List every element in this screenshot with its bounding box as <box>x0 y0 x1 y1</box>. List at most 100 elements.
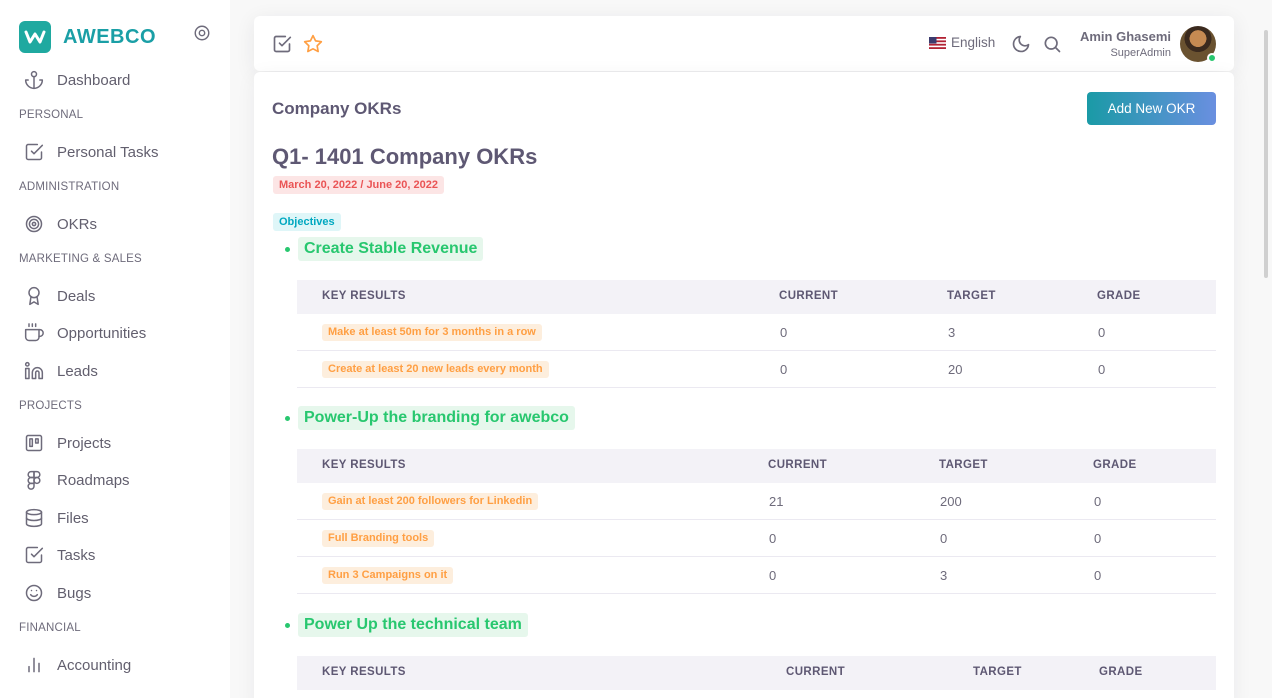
sidebar-item-label: Accounting <box>57 656 132 674</box>
sidebar-item-label: Bugs <box>57 584 92 602</box>
sidebar-item-label: Files <box>57 509 89 527</box>
linkedin-icon <box>24 361 44 380</box>
key-result-name[interactable]: Full Branding tools <box>322 530 435 547</box>
sidebar-item-dashboard[interactable]: Dashboard <box>24 67 130 93</box>
key-result-target: 200 <box>940 494 962 509</box>
key-results-table: KEY RESULTS CURRENT TARGET GRADE Gain at lea… <box>297 449 1216 594</box>
date-range-badge: March 20, 2022 / June 20, 2022 <box>273 176 444 194</box>
sidebar-item-personal-tasks[interactable]: Personal Tasks <box>24 139 158 165</box>
collapse-toggle-icon[interactable] <box>193 24 211 42</box>
key-result-name[interactable]: Create at least 20 new leads every month <box>322 361 549 378</box>
table-row[interactable]: Make at least 50m for 3 months in a row 0… <box>297 314 1216 351</box>
sidebar-section-header: FINANCIAL <box>19 622 81 634</box>
key-result-grade: 0 <box>1098 325 1106 340</box>
sidebar-item-label: Dashboard <box>57 71 131 89</box>
key-result-current: 21 <box>769 494 784 509</box>
sidebar-item-label: Roadmaps <box>57 471 130 489</box>
key-result-grade: 0 <box>1094 568 1102 583</box>
sidebar-item-bugs[interactable]: Bugs <box>24 580 91 606</box>
online-status-dot <box>1207 53 1217 63</box>
sidebar-item-okrs[interactable]: OKRs <box>24 211 97 237</box>
key-result-current: 0 <box>769 568 777 583</box>
sidebar-item-accounting[interactable]: Accounting <box>24 652 131 678</box>
okr-title: Q1- 1401 Company OKRs <box>272 144 538 169</box>
objective-title[interactable]: Create Stable Revenue <box>285 237 484 261</box>
anchor-icon <box>24 70 44 90</box>
moon-icon[interactable] <box>1011 34 1031 54</box>
key-result-current: 0 <box>780 362 788 377</box>
sidebar-item-roadmaps[interactable]: Roadmaps <box>24 467 130 493</box>
page-title: Company OKRs <box>272 99 402 118</box>
column-header-target[interactable]: TARGET <box>939 459 988 471</box>
column-header-key-results[interactable]: KEY RESULTS <box>322 666 406 678</box>
column-header-grade[interactable]: GRADE <box>1093 459 1137 471</box>
key-result-target: 3 <box>940 568 948 583</box>
key-result-name[interactable]: Run 3 Campaigns on it <box>322 567 454 584</box>
us-flag-icon <box>929 36 946 49</box>
sidebar-item-label: Deals <box>57 287 96 305</box>
sidebar-item-tasks[interactable]: Tasks <box>24 542 95 568</box>
sidebar-item-label: Personal Tasks <box>57 143 159 161</box>
key-result-grade: 0 <box>1094 494 1102 509</box>
search-icon[interactable] <box>1042 34 1062 54</box>
sidebar-item-leads[interactable]: Leads <box>24 358 98 384</box>
key-result-target: 0 <box>940 531 948 546</box>
star-icon[interactable] <box>303 34 323 54</box>
column-header-current[interactable]: CURRENT <box>779 290 838 302</box>
table-header: KEY RESULTS CURRENT TARGET GRADE <box>297 656 1216 690</box>
sidebar-section-header: MARKETING & SALES <box>19 253 142 265</box>
sidebar-item-label: Leads <box>57 362 98 380</box>
sidebar-item-label: Projects <box>57 434 112 452</box>
key-result-name[interactable]: Make at least 50m for 3 months in a row <box>322 324 542 341</box>
column-header-current[interactable]: CURRENT <box>786 666 845 678</box>
key-result-grade: 0 <box>1094 531 1102 546</box>
avatar[interactable] <box>1180 26 1217 63</box>
sidebar-item-opportunities[interactable]: Opportunities <box>24 320 146 346</box>
objective-label: Create Stable Revenue <box>298 237 484 261</box>
column-header-target[interactable]: TARGET <box>947 290 996 302</box>
scrollbar-thumb[interactable] <box>1264 30 1268 278</box>
table-row[interactable]: Gain at least 200 followers for Linkedin… <box>297 483 1216 520</box>
award-icon <box>28 286 40 306</box>
sidebar-section-header: PERSONAL <box>19 109 84 121</box>
column-header-grade[interactable]: GRADE <box>1097 290 1141 302</box>
check-square-icon <box>25 546 44 564</box>
sidebar: AWEBCO Dashboard PERSONAL Personal Tasks AD… <box>0 0 230 698</box>
add-new-okr-button[interactable]: Add New OKR <box>1087 92 1216 125</box>
key-results-table: KEY RESULTS CURRENT TARGET GRADE Make at lea… <box>297 280 1216 388</box>
objective-title[interactable]: Power-Up the branding for awebco <box>285 406 575 430</box>
table-row[interactable]: Full Branding tools 0 0 0 <box>297 520 1216 557</box>
figma-icon <box>27 470 41 490</box>
language-label: English <box>951 35 996 50</box>
column-header-current[interactable]: CURRENT <box>768 459 827 471</box>
key-result-name[interactable]: Gain at least 200 followers for Linkedin <box>322 493 539 510</box>
column-header-target[interactable]: TARGET <box>973 666 1022 678</box>
top-navbar: English Amin Ghasemi SuperAdmin <box>254 16 1234 71</box>
sidebar-item-projects[interactable]: Projects <box>24 430 111 456</box>
bullet-icon <box>285 415 290 421</box>
column-header-grade[interactable]: GRADE <box>1099 666 1143 678</box>
smile-icon <box>25 584 43 602</box>
user-name[interactable]: Amin Ghasemi <box>1080 29 1171 44</box>
key-result-grade: 0 <box>1098 362 1106 377</box>
table-header: KEY RESULTS CURRENT TARGET GRADE <box>297 280 1216 314</box>
check-square-icon <box>25 143 44 161</box>
sidebar-item-deals[interactable]: Deals <box>24 283 95 309</box>
database-icon <box>25 508 43 528</box>
sidebar-item-label: Tasks <box>57 546 96 564</box>
check-square-icon[interactable] <box>272 34 292 54</box>
key-results-table: KEY RESULTS CURRENT TARGET GRADE <box>297 656 1216 690</box>
bar-chart-icon <box>28 657 40 673</box>
table-row[interactable]: Create at least 20 new leads every month… <box>297 351 1216 388</box>
language-selector[interactable]: English <box>929 35 995 50</box>
key-result-current: 0 <box>769 531 777 546</box>
column-header-key-results[interactable]: KEY RESULTS <box>322 290 406 302</box>
target-icon <box>25 215 43 233</box>
column-header-key-results[interactable]: KEY RESULTS <box>322 459 406 471</box>
key-result-target: 3 <box>948 325 956 340</box>
table-row[interactable]: Run 3 Campaigns on it 0 3 0 <box>297 557 1216 594</box>
objective-label: Power Up the technical team <box>298 613 528 637</box>
objective-title[interactable]: Power Up the technical team <box>285 613 528 637</box>
brand[interactable]: AWEBCO <box>19 21 156 53</box>
sidebar-item-files[interactable]: Files <box>24 505 89 531</box>
